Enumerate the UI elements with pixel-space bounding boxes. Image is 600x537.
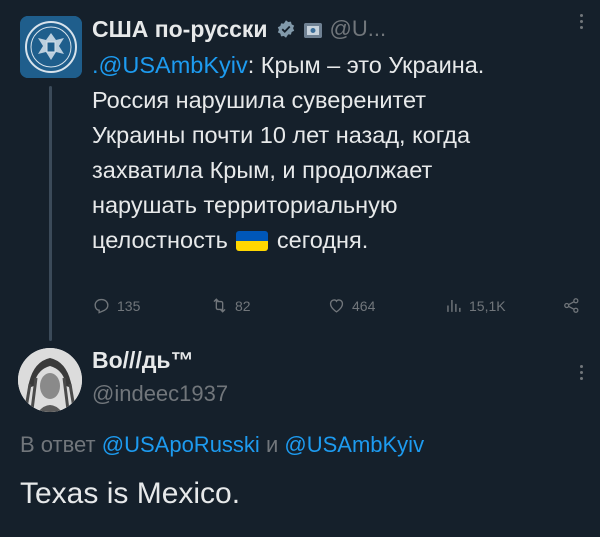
- repost-icon: [213, 298, 226, 313]
- tweet-header: США по-русски @U...: [92, 13, 386, 45]
- author-handle[interactable]: @U...: [330, 16, 387, 42]
- author-avatar[interactable]: [20, 16, 82, 78]
- reply-conjunction: и: [265, 432, 279, 457]
- reply-prefix: В ответ: [20, 432, 96, 457]
- share-icon: [564, 298, 579, 313]
- like-icon: [329, 299, 344, 313]
- mention-link[interactable]: .@USAmbKyiv: [92, 52, 248, 78]
- reply-author-avatar[interactable]: [18, 348, 82, 412]
- state-department-seal-icon: [20, 16, 82, 78]
- mention-link[interactable]: @USApoRusski: [102, 432, 260, 457]
- reply-author-handle[interactable]: @indeec1937: [92, 381, 228, 407]
- repost-count: 82: [235, 297, 251, 314]
- reply-header: Во///дь™: [92, 347, 194, 374]
- more-icon[interactable]: [578, 14, 584, 29]
- headdress-portrait-icon: [18, 348, 82, 412]
- tweet-text-segment: : Крым – это Украина.: [247, 52, 485, 78]
- verified-icon: [277, 20, 294, 38]
- flag-badge-icon: [303, 22, 322, 38]
- tweet-text-line: нарушать территориальную: [92, 192, 398, 218]
- like-button[interactable]: 464: [327, 296, 375, 315]
- author-name[interactable]: США по-русски: [92, 16, 268, 43]
- quoted-tweet[interactable]: США по-русски @U... .@USAmbKyiv: Крым – …: [0, 0, 600, 341]
- more-icon[interactable]: [578, 365, 584, 380]
- tweet-text-line: захватила Крым, и продолжает: [92, 157, 433, 183]
- ukraine-flag-emoji: [236, 231, 269, 251]
- mention-link[interactable]: @USAmbKyiv: [284, 432, 424, 457]
- tweet-actions: 135 82 464 15,1K: [92, 296, 592, 322]
- replying-to-line: В ответ @USApoRusski и @USAmbKyiv: [20, 432, 424, 458]
- tweet-text-line: Украины почти 10 лет назад, когда: [92, 122, 471, 148]
- reply-author-name[interactable]: Во///дь™: [92, 347, 194, 373]
- share-button[interactable]: [562, 296, 581, 315]
- views-icon: [447, 299, 461, 312]
- reply-count: 135: [117, 297, 141, 314]
- reply-button[interactable]: 135: [92, 296, 140, 315]
- repost-button[interactable]: 82: [210, 296, 251, 315]
- views-count: 15,1K: [469, 297, 506, 314]
- tweet-text-segment: целостность: [92, 227, 228, 253]
- tweet-text-segment: сегодня.: [276, 227, 369, 253]
- reply-icon: [94, 298, 109, 314]
- tweet-body: .@USAmbKyiv: Крым – это Украина. Россия …: [92, 48, 582, 258]
- tweet-text-line: Россия нарушила суверенитет: [92, 87, 427, 113]
- thread-connector-line: [49, 86, 52, 341]
- tweet-thread: США по-русски @U... .@USAmbKyiv: Крым – …: [0, 0, 600, 537]
- like-count: 464: [352, 297, 376, 314]
- reply-body: Texas is Mexico.: [20, 477, 241, 510]
- views-button[interactable]: 15,1K: [444, 296, 506, 315]
